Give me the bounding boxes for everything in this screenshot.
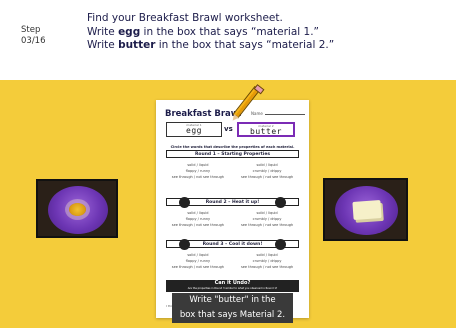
instruction-line-1: Find your Breakfast Brawl worksheet. bbox=[87, 12, 283, 24]
round-1-properties: solid / liquid solid / liquid floppy / ru… bbox=[166, 162, 299, 180]
instructions: Find your Breakfast Brawl worksheet. Wri… bbox=[87, 12, 447, 53]
flame-icon bbox=[275, 197, 286, 208]
worksheet: Breakfast Brawl Name material 1 egg vs m… bbox=[156, 100, 309, 318]
caption-line-2: box that says Material 2. bbox=[179, 310, 286, 320]
round-2-title: Round 2 – Heat it up! bbox=[205, 200, 260, 205]
step-count: 03/16 bbox=[21, 36, 46, 46]
material-2-box: material 2 butter bbox=[237, 122, 295, 137]
undo-subtitle: Are the properties in Round 3 similar to… bbox=[187, 287, 278, 290]
round-2-properties: solid / liquid solid / liquid floppy / ru… bbox=[166, 210, 299, 228]
egg-plate-photo bbox=[36, 179, 118, 238]
vs-label: vs bbox=[224, 125, 233, 133]
purple-plate bbox=[335, 186, 398, 235]
undo-title: Can it Undo? bbox=[214, 280, 251, 286]
material-1-word: egg bbox=[118, 25, 141, 38]
circle-instruction: Circle the words that describe the prope… bbox=[170, 145, 295, 149]
butter-plate-photo bbox=[323, 178, 408, 241]
step-indicator: Step 03/16 bbox=[21, 25, 46, 47]
instruction-line-3: Write butter in the box that says “mater… bbox=[87, 39, 335, 51]
material-1-box: material 1 egg bbox=[166, 122, 222, 137]
round-3-properties: solid / liquid solid / liquid floppy / ru… bbox=[166, 252, 299, 270]
property-row: see through / not see through see through… bbox=[171, 223, 294, 227]
thermometer-icon bbox=[179, 239, 190, 250]
material-2-value: butter bbox=[250, 127, 282, 136]
round-3-bar: Round 3 – Cool it down! bbox=[166, 239, 299, 250]
step-label: Step bbox=[21, 25, 41, 35]
property-row: see through / not see through see through… bbox=[171, 175, 294, 179]
video-caption: Write "butter" in the box that says Mate… bbox=[172, 293, 293, 323]
thermometer-icon bbox=[275, 239, 286, 250]
material-2-word: butter bbox=[118, 39, 156, 51]
property-row: see through / not see through see through… bbox=[171, 265, 294, 269]
name-field: Name bbox=[251, 111, 305, 116]
material-1-value: egg bbox=[186, 126, 202, 135]
egg-yolk bbox=[69, 203, 86, 216]
caption-line-1: Write "butter" in the bbox=[189, 295, 276, 305]
round-1-title: Round 1 – Starting Properties bbox=[194, 152, 271, 157]
round-2-bar: Round 2 – Heat it up! bbox=[166, 197, 299, 208]
purple-plate bbox=[48, 186, 108, 234]
flame-icon bbox=[179, 197, 190, 208]
undo-banner: Can it Undo? Are the properties in Round… bbox=[166, 280, 299, 292]
butter-block bbox=[352, 200, 382, 220]
instruction-line-2: Write egg in the box that says “material… bbox=[87, 25, 320, 38]
round-1-bar: Round 1 – Starting Properties bbox=[166, 150, 299, 158]
round-3-title: Round 3 – Cool it down! bbox=[202, 242, 263, 247]
